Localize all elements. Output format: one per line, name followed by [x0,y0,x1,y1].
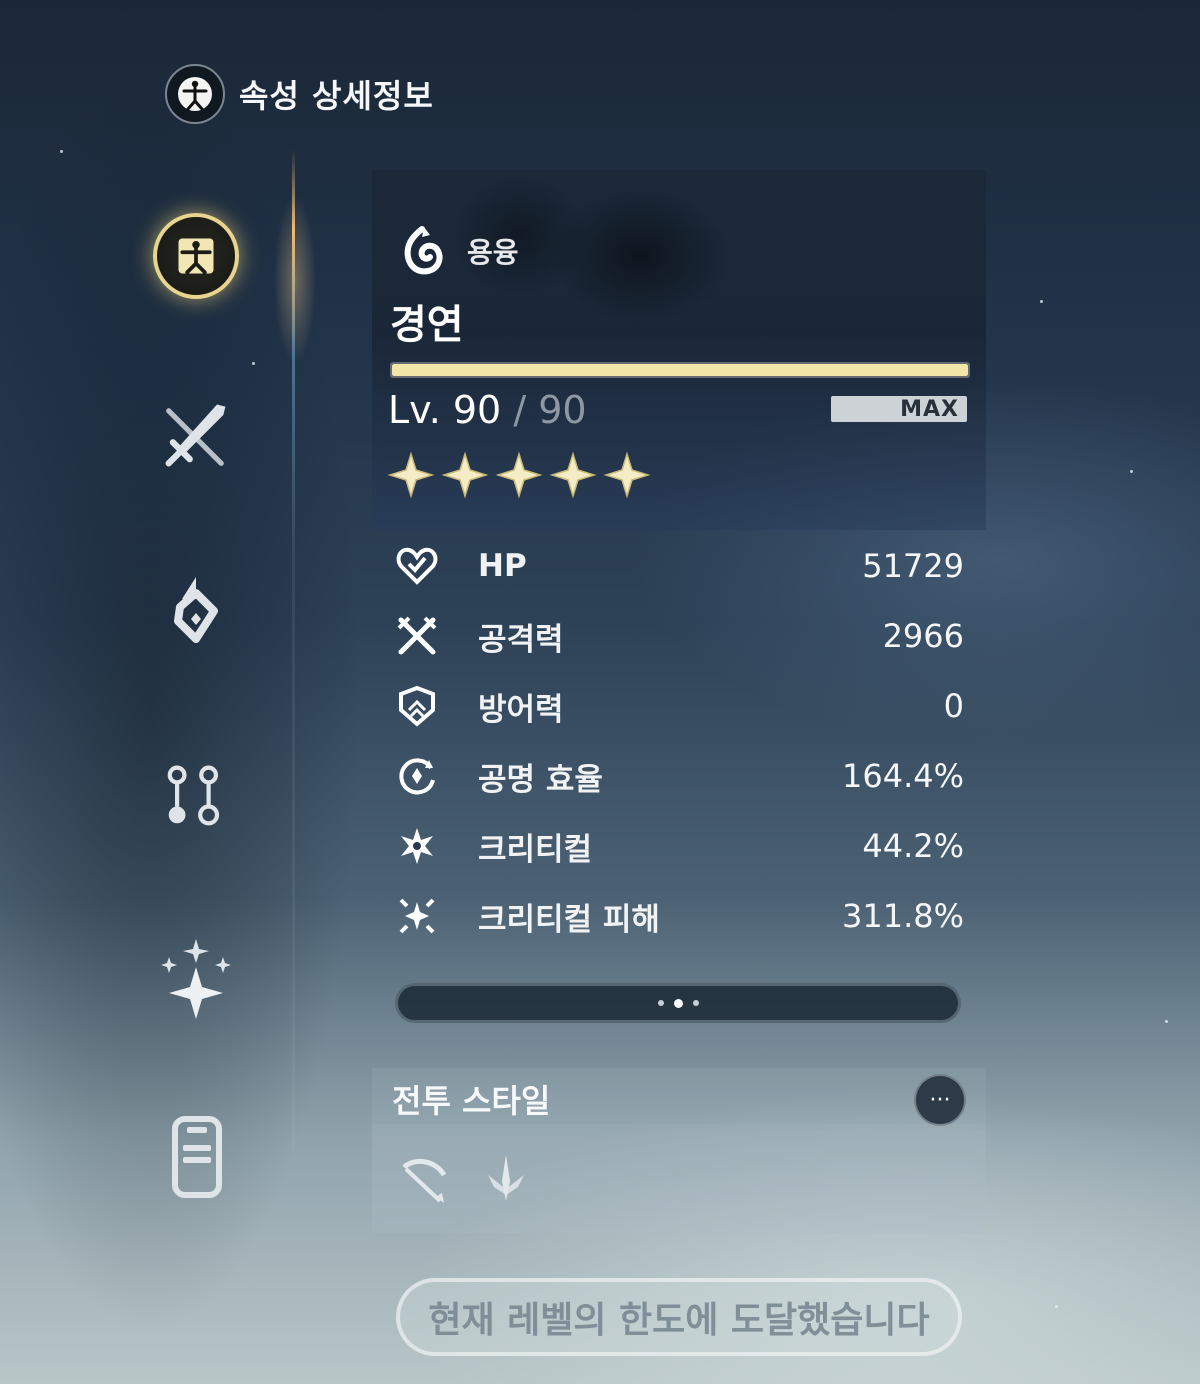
element-name: 용융 [467,236,519,269]
combat-style-icons [372,1124,986,1233]
stat-label: 크리티컬 피해 [478,901,660,938]
bg-star [1165,1020,1168,1023]
echo-icon [174,577,218,643]
stat-value: 311.8% [841,897,964,935]
crit-icon [390,819,444,873]
sidebar-item-attributes[interactable] [150,210,242,302]
sidebar-divider [292,150,295,1150]
level-display: Lv. 90 / 90 [388,388,587,432]
rarity-stars [386,450,652,500]
max-badge: MAX [831,396,967,422]
bg-star [1130,470,1133,473]
blade-icon[interactable] [478,1151,534,1207]
crossed-swords-icon [390,609,444,663]
sidebar-item-resonance-chain[interactable] [150,930,242,1022]
sparkle-cluster-icon [161,939,231,1019]
bg-star [1055,1305,1058,1308]
level-separator: / [501,388,539,432]
page-dot [692,1000,699,1006]
combat-style-title: 전투 스타일 [392,1082,551,1120]
page-title: 속성 상세정보 [239,77,434,115]
stat-label: 공격력 [478,621,564,658]
page-header: 속성 상세정보 [165,64,434,124]
sidebar-item-forte[interactable] [150,750,242,842]
level-limit-button[interactable]: 현재 레벨의 한도에 도달했습니다 [396,1278,962,1356]
more-button[interactable]: ··· [914,1074,966,1126]
page-dot [657,1000,664,1006]
rarity-star-icon [387,451,435,499]
stat-row-attack: 공격력 2966 [390,605,966,667]
sidebar-item-echo[interactable] [150,568,242,660]
stat-label: 크리티컬 [478,831,593,868]
current-level: Lv. 90 [388,388,502,432]
card-icon [172,1116,222,1198]
element-tag: 용융 [393,222,519,280]
bow-icon[interactable] [396,1151,452,1207]
bg-star [60,150,63,153]
vitruvian-icon [165,64,225,124]
divider-glow [250,150,330,410]
heart-icon [390,539,444,593]
stat-value: 164.4% [841,757,964,795]
page-dot-active [673,998,683,1008]
stat-value: 44.2% [862,827,964,865]
sword-icon [165,404,226,467]
shield-icon [390,679,444,733]
rarity-star-icon [603,451,651,499]
stat-value: 0 [943,687,964,725]
rarity-star-icon [495,451,543,499]
xp-bar [390,362,970,378]
sidebar-item-weapon[interactable] [150,390,242,482]
character-name: 경연 [390,302,464,348]
stat-label: 공명 효율 [478,761,603,798]
combat-style-panel: 전투 스타일 ··· [372,1068,986,1233]
bg-star [1040,300,1043,303]
stat-label: 방어력 [478,691,564,728]
stat-label: HP [478,548,527,584]
stat-row-hp: HP 51729 [390,535,966,597]
stat-row-crit-rate: 크리티컬 44.2% [390,815,966,877]
rarity-star-icon [549,451,597,499]
stats-pager[interactable] [395,983,961,1023]
resonance-icon [390,749,444,803]
stat-value: 51729 [862,547,964,585]
vitruvian-icon [153,213,239,299]
crit-damage-icon [390,889,444,943]
rarity-star-icon [441,451,489,499]
nodes-icon [167,765,220,826]
stat-row-defense: 방어력 0 [390,675,966,737]
max-level: 90 [538,388,587,432]
fusion-icon [393,222,451,280]
xp-bar-fill [392,364,968,376]
stat-value: 2966 [882,617,964,655]
stat-row-crit-damage: 크리티컬 피해 311.8% [390,885,966,947]
sidebar-item-profile[interactable] [150,1110,242,1202]
stat-row-energy-regen: 공명 효율 164.4% [390,745,966,807]
